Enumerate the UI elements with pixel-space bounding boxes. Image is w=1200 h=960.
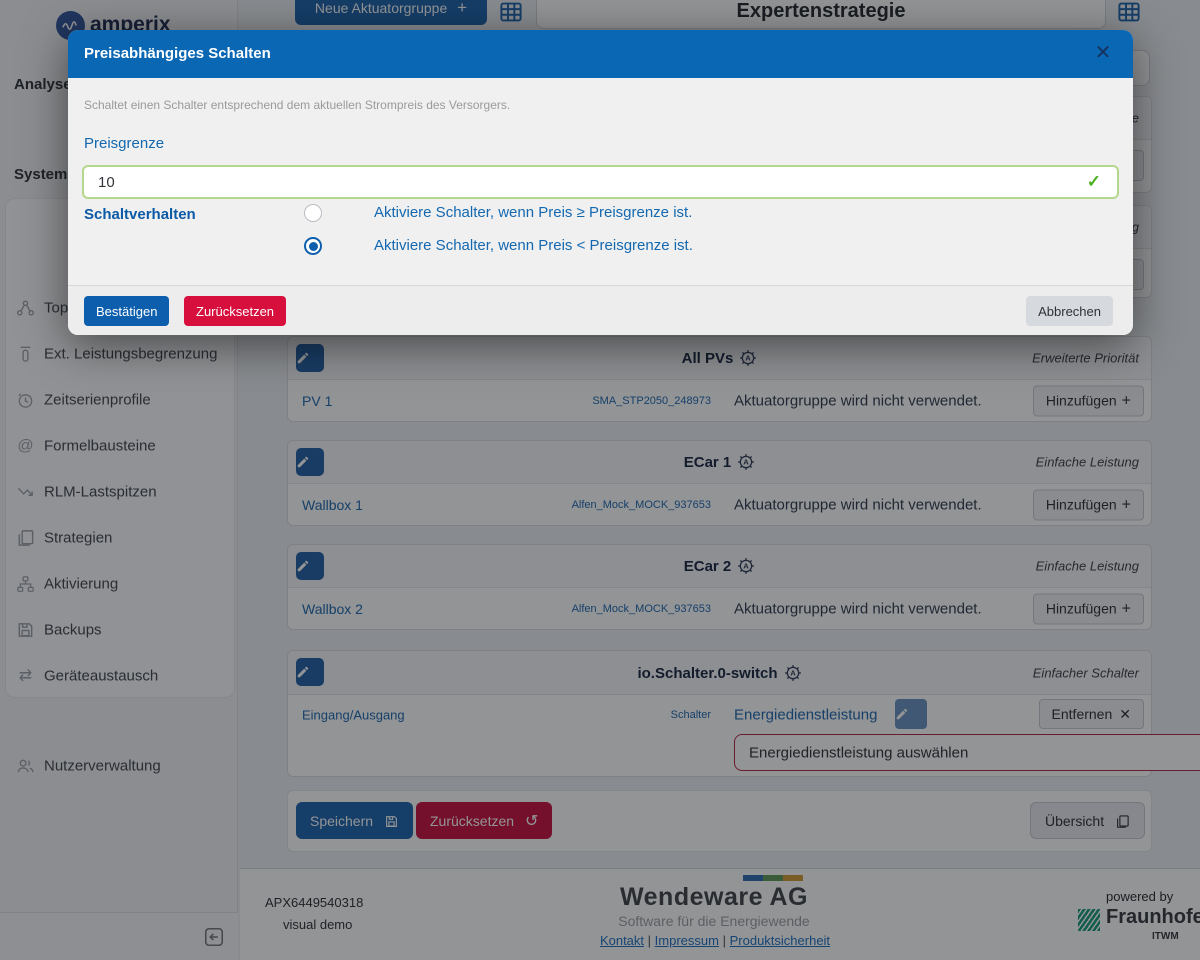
price-limit-label: Preisgrenze	[84, 135, 164, 152]
reset-button[interactable]: Zurücksetzen	[184, 296, 286, 326]
dialog-description: Schaltet einen Schalter entsprechend dem…	[84, 98, 510, 112]
confirm-button[interactable]: Bestätigen	[84, 296, 169, 326]
cancel-button[interactable]: Abbrechen	[1026, 296, 1113, 326]
radio-selected[interactable]	[304, 237, 322, 255]
radio-unselected[interactable]	[304, 204, 322, 222]
dialog-title: Preisabhängiges Schalten	[84, 45, 271, 62]
price-limit-input[interactable]	[82, 165, 1119, 199]
radio-label-lt[interactable]: Aktiviere Schalter, wenn Preis < Preisgr…	[374, 237, 693, 254]
close-icon[interactable]: ✕	[1091, 41, 1115, 65]
dialog-footer: Bestätigen Zurücksetzen Abbrechen	[68, 285, 1133, 335]
radio-label-gte[interactable]: Aktiviere Schalter, wenn Preis ≥ Preisgr…	[374, 204, 692, 221]
switch-behavior-label: Schaltverhalten	[84, 206, 196, 223]
price-switching-dialog: Preisabhängiges Schalten ✕ Schaltet eine…	[68, 30, 1133, 335]
valid-check-icon: ✓	[1087, 172, 1101, 192]
dialog-header: Preisabhängiges Schalten ✕	[68, 30, 1133, 78]
